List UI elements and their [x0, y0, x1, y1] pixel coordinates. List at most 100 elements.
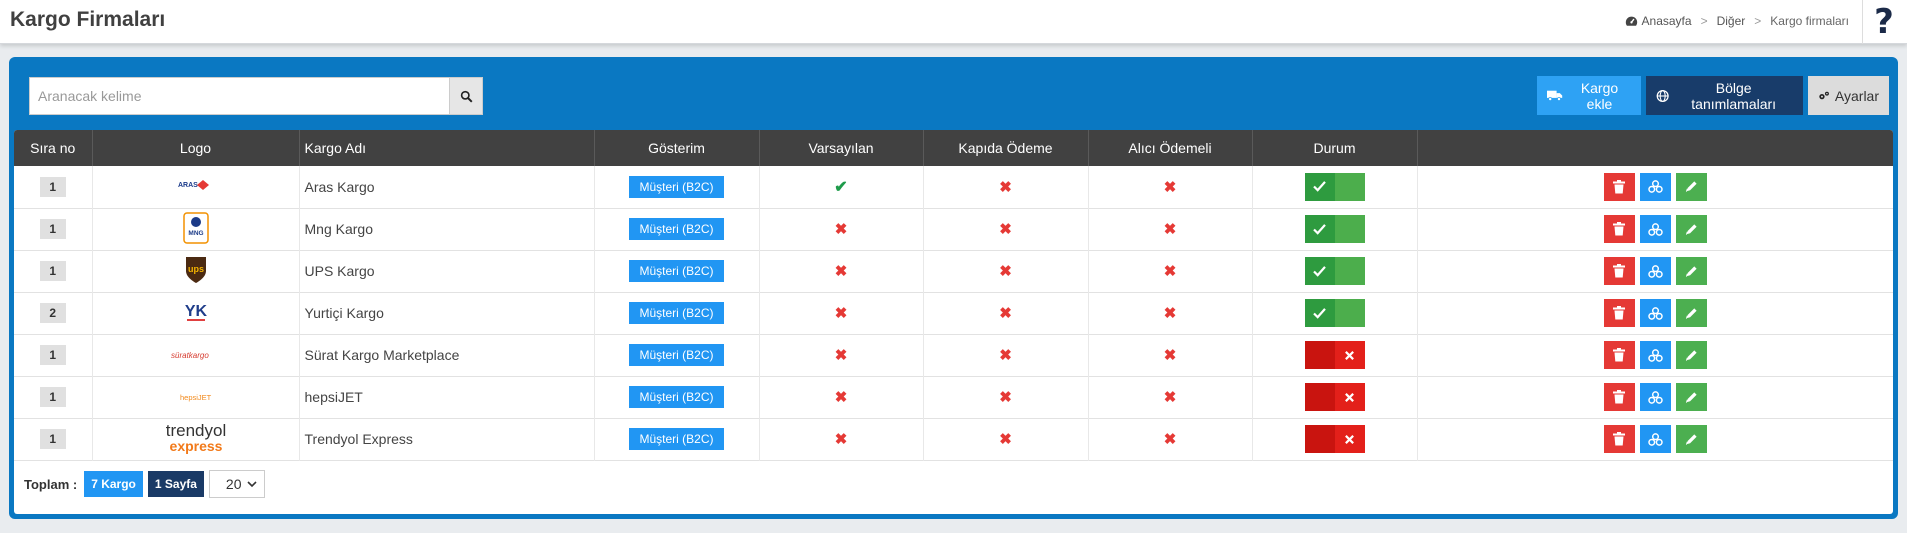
- row-actions: [1603, 425, 1707, 453]
- page-size-select[interactable]: 20: [208, 470, 265, 498]
- cargo-panel: Kargo ekle Bölge tanımlamaları Ayarlar S…: [9, 57, 1898, 519]
- carrier-logo: süratkargo: [171, 348, 221, 364]
- status-toggle[interactable]: [1304, 425, 1365, 453]
- cross-icon: ✖: [1163, 305, 1177, 322]
- col-order[interactable]: Sıra no: [14, 130, 93, 166]
- regions-row-button[interactable]: [1639, 299, 1671, 327]
- col-cargo-name[interactable]: Kargo Adı: [299, 130, 595, 166]
- col-actions: [1417, 130, 1893, 166]
- cell-logo: ups: [92, 250, 300, 292]
- col-status: Durum: [1252, 130, 1418, 166]
- top-bar: Kargo Firmaları Anasayfa > Diğer > Kargo…: [0, 0, 1907, 44]
- regions-button[interactable]: Bölge tanımlamaları: [1646, 76, 1803, 115]
- cell-logo: süratkargo: [92, 334, 300, 376]
- regions-row-button[interactable]: [1639, 215, 1671, 243]
- page-title: Kargo Firmaları: [10, 8, 166, 31]
- close-icon: [1345, 350, 1354, 360]
- page-size-value: 20: [225, 476, 242, 492]
- col-cod: Kapıda Ödeme: [923, 130, 1089, 166]
- status-toggle[interactable]: [1304, 172, 1365, 201]
- regions-row-button[interactable]: [1639, 383, 1671, 411]
- table-row: 1 süratkargo Sürat Kargo Marketplace Müş…: [14, 334, 1893, 376]
- cross-icon: ✖: [1163, 263, 1177, 280]
- edit-button[interactable]: [1675, 299, 1707, 327]
- order-badge: 1: [39, 429, 66, 449]
- regions-row-button[interactable]: [1639, 257, 1671, 285]
- row-actions: [1603, 299, 1707, 327]
- cell-display: Müşteri (B2C): [594, 292, 760, 334]
- settings-button[interactable]: Ayarlar: [1808, 76, 1889, 115]
- cell-order: 1: [14, 166, 93, 208]
- svg-text:YK: YK: [184, 303, 207, 320]
- table-row: 1 ARAS Aras Kargo Müşteri (B2C) ✔ ✖ ✖: [14, 166, 1893, 208]
- delete-button[interactable]: [1603, 215, 1635, 243]
- delete-button[interactable]: [1603, 257, 1635, 285]
- cell-display: Müşteri (B2C): [594, 376, 760, 418]
- table-row: 2 YK Yurtiçi Kargo Müşteri (B2C) ✖ ✖ ✖: [14, 292, 1893, 334]
- cell-cargo-name: hepsiJET: [299, 376, 595, 418]
- breadcrumb-other-link[interactable]: Diğer: [1717, 14, 1746, 28]
- add-cargo-button[interactable]: Kargo ekle: [1537, 76, 1641, 115]
- cross-icon: ✖: [999, 305, 1012, 322]
- trash-icon: [1613, 222, 1625, 236]
- regions-row-button[interactable]: [1639, 172, 1671, 201]
- edit-button[interactable]: [1675, 215, 1707, 243]
- dashboard-icon: [1625, 15, 1638, 28]
- pencil-icon: [1685, 307, 1697, 319]
- search-input[interactable]: [29, 77, 449, 115]
- cell-receiver-pays: ✖: [1088, 376, 1253, 418]
- cell-actions: [1417, 250, 1893, 292]
- trash-icon: [1613, 348, 1625, 362]
- delete-button[interactable]: [1603, 383, 1635, 411]
- cargo-table: Sıra no Logo Kargo Adı Gösterim Varsayıl…: [14, 130, 1893, 461]
- delete-button[interactable]: [1603, 299, 1635, 327]
- regions-row-button[interactable]: [1639, 425, 1671, 453]
- help-icon[interactable]: ?: [1867, 0, 1901, 44]
- edit-button[interactable]: [1675, 383, 1707, 411]
- cell-status: [1252, 292, 1418, 334]
- cell-default: ✖: [759, 376, 924, 418]
- edit-button[interactable]: [1675, 257, 1707, 285]
- truck-icon: [1547, 90, 1563, 102]
- status-toggle[interactable]: [1304, 341, 1365, 369]
- display-badge: Müşteri (B2C): [629, 218, 724, 240]
- cell-actions: [1417, 292, 1893, 334]
- cross-icon: ✖: [1163, 178, 1177, 196]
- display-badge: Müşteri (B2C): [629, 260, 724, 282]
- status-toggle[interactable]: [1304, 257, 1365, 285]
- carrier-logo: trendyol express: [156, 421, 236, 458]
- status-toggle[interactable]: [1304, 299, 1365, 327]
- cell-status: [1252, 418, 1418, 460]
- cell-receiver-pays: ✖: [1088, 208, 1253, 250]
- regions-row-button[interactable]: [1639, 341, 1671, 369]
- globe-icon: [1656, 89, 1669, 102]
- status-toggle[interactable]: [1304, 383, 1365, 411]
- carrier-logo: ups: [183, 254, 209, 289]
- table-row: 1 trendyol express Trendyol Express Müşte…: [14, 418, 1893, 460]
- edit-button[interactable]: [1675, 172, 1707, 201]
- search-button[interactable]: [449, 77, 483, 115]
- col-default: Varsayılan: [759, 130, 924, 166]
- cross-icon: ✖: [999, 389, 1012, 406]
- cell-display: Müşteri (B2C): [594, 418, 760, 460]
- cargo-table-area: Sıra no Logo Kargo Adı Gösterim Varsayıl…: [14, 130, 1893, 514]
- edit-button[interactable]: [1675, 425, 1707, 453]
- cell-order: 1: [14, 208, 93, 250]
- cell-actions: [1417, 208, 1893, 250]
- delete-button[interactable]: [1603, 425, 1635, 453]
- cell-display: Müşteri (B2C): [594, 166, 760, 208]
- delete-button[interactable]: [1603, 172, 1635, 201]
- row-actions: [1603, 257, 1707, 285]
- breadcrumb-home-link[interactable]: Anasayfa: [1642, 14, 1692, 28]
- cell-cod: ✖: [923, 292, 1089, 334]
- breadcrumb-separator: >: [1700, 14, 1708, 28]
- table-row: 1 hepsiJET hepsiJET Müşteri (B2C) ✖ ✖ ✖: [14, 376, 1893, 418]
- row-actions: [1603, 215, 1707, 243]
- cell-display: Müşteri (B2C): [594, 250, 760, 292]
- cubes-icon: [1647, 306, 1663, 320]
- status-toggle[interactable]: [1304, 215, 1365, 243]
- delete-button[interactable]: [1603, 341, 1635, 369]
- cell-default: ✖: [759, 418, 924, 460]
- cross-icon: ✖: [999, 263, 1012, 280]
- edit-button[interactable]: [1675, 341, 1707, 369]
